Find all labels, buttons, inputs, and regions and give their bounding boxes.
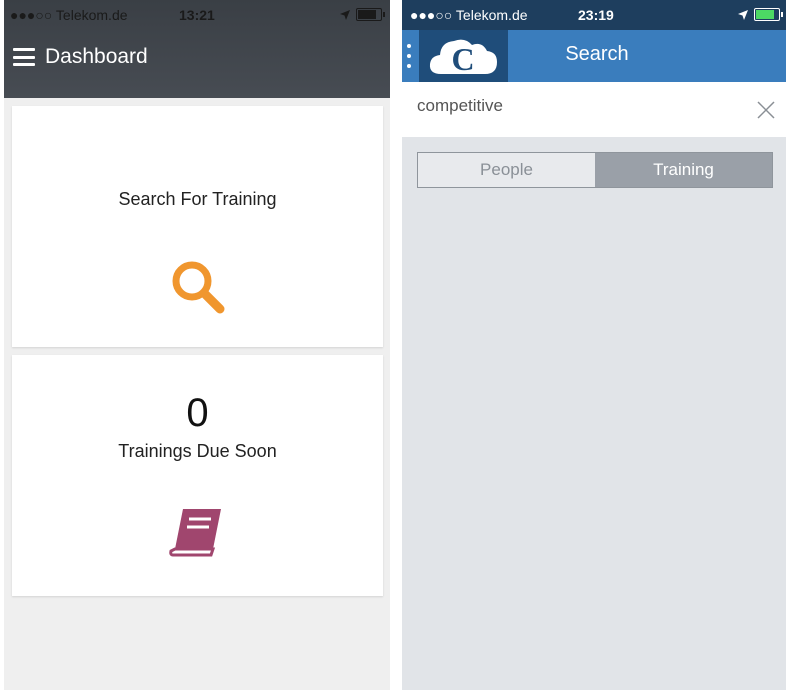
search-bar <box>402 82 786 137</box>
battery-icon <box>356 8 385 21</box>
search-input[interactable] <box>417 96 737 116</box>
battery-icon <box>754 8 783 21</box>
location-arrow-icon <box>340 9 350 20</box>
dashboard-screen: ●●●○○ Telekom.de 13:21 Dashboard Search … <box>4 0 390 690</box>
tab-training[interactable]: Training <box>595 153 772 187</box>
app-logo: C <box>419 30 508 82</box>
book-icon <box>168 509 221 557</box>
search-screen: ●●●○○ Telekom.de 23:19 C Search People T… <box>402 0 786 690</box>
app-header: ●●●○○ Telekom.de 13:21 Dashboard <box>4 0 390 98</box>
clock-label: 23:19 <box>578 7 614 23</box>
page-title: Dashboard <box>45 45 148 68</box>
trainings-due-card[interactable]: 0 Trainings Due Soon <box>12 355 383 596</box>
status-bar: ●●●○○ Telekom.de 23:19 <box>402 0 786 30</box>
page-title: Search <box>565 43 629 65</box>
clock-label: 13:21 <box>179 7 215 23</box>
hamburger-icon[interactable] <box>13 48 35 66</box>
carrier-label: ●●●○○ Telekom.de <box>10 7 128 23</box>
svg-text:C: C <box>451 41 474 77</box>
search-icon <box>172 261 224 314</box>
cloud-logo-icon: C <box>429 39 497 77</box>
menu-dots-icon[interactable] <box>407 44 411 68</box>
close-icon[interactable] <box>756 100 776 120</box>
search-training-label: Search For Training <box>118 189 277 209</box>
search-type-segmented-control: People Training <box>417 152 773 188</box>
location-arrow-icon <box>738 9 748 20</box>
search-training-card[interactable]: Search For Training <box>12 106 383 347</box>
trainings-due-count: 0 <box>186 391 209 435</box>
trainings-due-label: Trainings Due Soon <box>118 441 277 461</box>
tab-people[interactable]: People <box>418 153 595 187</box>
status-bar: ●●●○○ Telekom.de 13:21 <box>4 0 390 30</box>
carrier-label: ●●●○○ Telekom.de <box>410 7 528 23</box>
app-header: C Search <box>402 30 786 82</box>
